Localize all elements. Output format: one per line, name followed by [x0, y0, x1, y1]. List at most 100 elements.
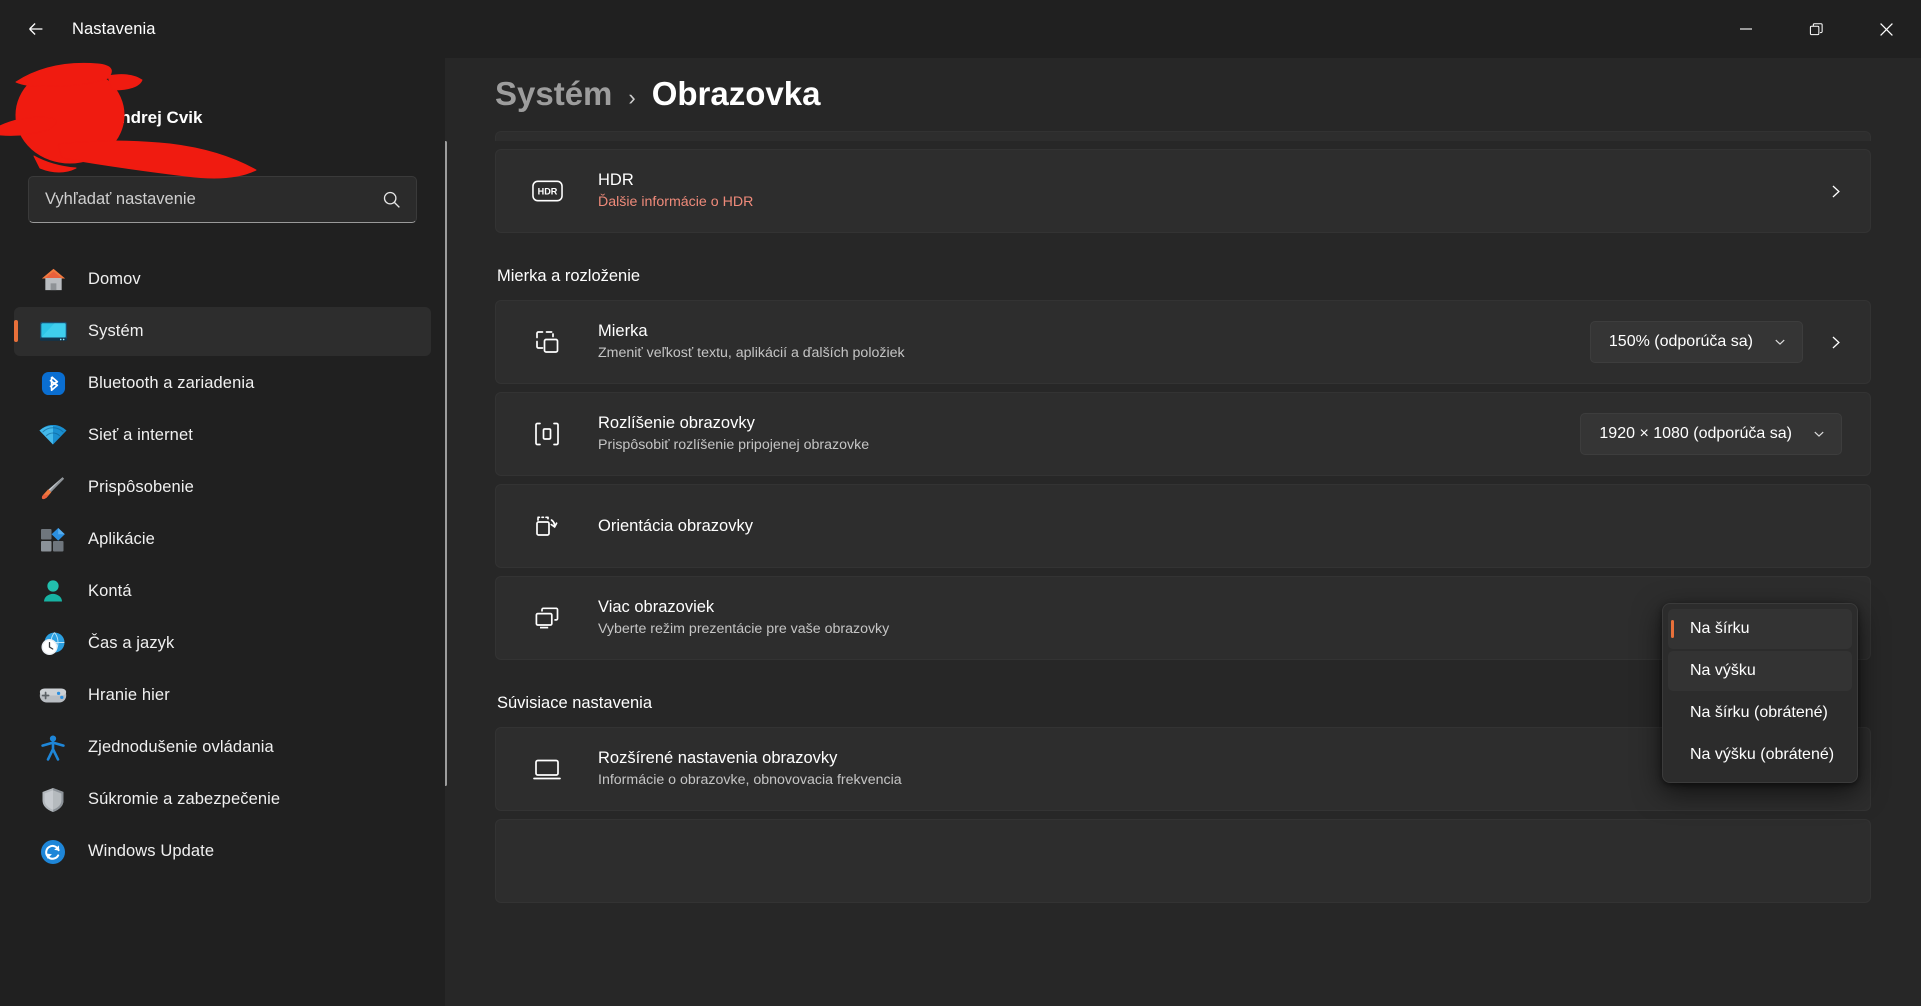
search-wrapper — [0, 172, 445, 223]
account-block[interactable]: Andrej Cvik — [0, 62, 445, 179]
minimize-button[interactable] — [1711, 0, 1781, 58]
flyout-item-landscape-flipped[interactable]: Na šírku (obrátené) — [1668, 693, 1852, 733]
sidebar-item-label: Systém — [88, 322, 144, 340]
chevron-right-icon[interactable] — [1819, 334, 1852, 351]
hdr-learn-more-link[interactable]: Ďalšie informácie o HDR — [598, 193, 1819, 213]
scale-card[interactable]: Mierka Zmeniť veľkosť textu, aplikácií a… — [495, 300, 1871, 384]
scale-dropdown[interactable]: 150% (odporúča sa) — [1589, 321, 1803, 363]
sidebar-item-label: Sieť a internet — [88, 426, 193, 444]
accessibility-icon — [38, 735, 68, 761]
orientation-card[interactable]: Orientácia obrazovky — [495, 484, 1871, 568]
monitor-icon — [38, 319, 68, 345]
sidebar-item-zjednodusenie[interactable]: Zjednodušenie ovládania — [14, 723, 431, 772]
multi-display-icon — [530, 601, 564, 635]
close-button[interactable] — [1851, 0, 1921, 58]
search-box[interactable] — [28, 176, 417, 223]
resolution-dropdown[interactable]: 1920 × 1080 (odporúča sa) — [1580, 413, 1842, 455]
hdr-icon: HDR — [530, 174, 564, 208]
flyout-item-label: Na šírku (obrátené) — [1690, 704, 1828, 721]
resolution-card[interactable]: Rozlíšenie obrazovky Prispôsobiť rozlíše… — [495, 392, 1871, 476]
sidebar-item-prisposobenie[interactable]: Prispôsobenie — [14, 463, 431, 512]
flyout-item-portrait[interactable]: Na výšku — [1668, 651, 1852, 691]
sidebar-item-label: Windows Update — [88, 842, 215, 860]
orientation-icon — [530, 509, 564, 543]
home-icon — [38, 267, 68, 293]
title-bar: Nastavenia — [0, 0, 1921, 58]
sidebar-item-cas-a-jazyk[interactable]: Čas a jazyk — [14, 619, 431, 668]
flyout-item-label: Na šírku — [1690, 620, 1750, 637]
main-content: Systém › Obrazovka HDR HDR Ďalšie inform… — [445, 58, 1921, 1006]
sidebar-item-windows-update[interactable]: Windows Update — [14, 827, 431, 876]
sidebar-item-label: Hranie hier — [88, 686, 170, 704]
sidebar-item-label: Čas a jazyk — [88, 634, 175, 652]
settings-list: HDR HDR Ďalšie informácie o HDR Mierka a… — [445, 131, 1921, 903]
card-title: HDR — [598, 171, 634, 190]
sidebar-item-sukromie[interactable]: Súkromie a zabezpečenie — [14, 775, 431, 824]
scale-dropdown-value: 150% (odporúča sa) — [1608, 333, 1753, 350]
account-name: Andrej Cvik — [108, 108, 203, 127]
arrow-left-icon — [29, 23, 43, 35]
card-title: Rozlíšenie obrazovky — [598, 414, 755, 433]
gamepad-icon — [38, 683, 68, 709]
back-button[interactable] — [14, 10, 58, 48]
card-title: Orientácia obrazovky — [598, 516, 753, 535]
card-title: Rozšírené nastavenia obrazovky — [598, 749, 838, 768]
minimize-icon — [1740, 28, 1752, 30]
chevron-right-icon[interactable] — [1819, 183, 1852, 200]
update-icon — [38, 839, 68, 865]
orientation-dropdown-flyout: Na šírku Na výšku Na šírku (obrátené) Na… — [1662, 603, 1858, 783]
flyout-item-label: Na výšku (obrátené) — [1690, 746, 1835, 763]
sidebar-item-konta[interactable]: Kontá — [14, 567, 431, 616]
sidebar-item-aplikacie[interactable]: Aplikácie — [14, 515, 431, 564]
card-subtitle: Prispôsobiť rozlíšenie pripojenej obrazo… — [598, 436, 870, 453]
flyout-item-landscape[interactable]: Na šírku — [1668, 609, 1852, 649]
scrollbar-track[interactable] — [445, 141, 453, 786]
apps-icon — [38, 527, 68, 553]
section-heading-scale: Mierka a rozloženie — [497, 267, 641, 285]
restore-icon — [1809, 22, 1823, 35]
flyout-item-portrait-flipped[interactable]: Na výšku (obrátené) — [1668, 735, 1852, 775]
breadcrumb-separator-icon: › — [628, 85, 636, 110]
close-icon — [1879, 22, 1893, 36]
search-input[interactable] — [45, 190, 381, 209]
person-icon — [38, 579, 68, 605]
sidebar-item-label: Kontá — [88, 582, 132, 600]
sidebar-item-label: Zjednodušenie ovládania — [88, 738, 274, 756]
sidebar-nav: Domov Systém Bluetooth a zariadenia Sieť… — [0, 255, 445, 876]
flyout-item-label: Na výšku — [1690, 662, 1756, 679]
window-title: Nastavenia — [72, 19, 156, 38]
svg-text:HDR: HDR — [537, 186, 557, 196]
sidebar: Andrej Cvik Vyhľadať nastavenie Domov Sy… — [0, 58, 445, 1006]
sidebar-item-label: Súkromie a zabezpečenie — [88, 790, 281, 808]
chevron-down-icon — [1814, 431, 1824, 437]
hdr-card[interactable]: HDR HDR Ďalšie informácie o HDR — [495, 149, 1871, 233]
card-subtitle: Informácie o obrazovke, obnovovacia frek… — [598, 771, 902, 788]
sidebar-item-system[interactable]: Systém — [14, 307, 431, 356]
wifi-icon — [38, 423, 68, 449]
clock-globe-icon — [38, 631, 68, 657]
sidebar-item-siet[interactable]: Sieť a internet — [14, 411, 431, 460]
card-title: Mierka — [598, 322, 648, 341]
sidebar-item-hranie-hier[interactable]: Hranie hier — [14, 671, 431, 720]
page-title: Obrazovka — [651, 75, 821, 112]
sidebar-item-domov[interactable]: Domov — [14, 255, 431, 304]
restore-button[interactable] — [1781, 0, 1851, 58]
sidebar-item-label: Domov — [88, 270, 141, 288]
window-controls — [1711, 0, 1921, 58]
breadcrumb-parent[interactable]: Systém — [495, 75, 612, 113]
resolution-dropdown-value: 1920 × 1080 (odporúča sa) — [1599, 425, 1792, 442]
next-card-partial[interactable] — [495, 819, 1871, 903]
partial-card-above — [495, 131, 1871, 141]
bluetooth-icon — [38, 371, 68, 397]
paintbrush-icon — [38, 475, 68, 501]
scrollbar-thumb[interactable] — [445, 141, 447, 786]
display-icon — [530, 752, 564, 786]
search-icon[interactable] — [381, 189, 402, 210]
sidebar-item-label: Prispôsobenie — [88, 478, 194, 496]
sidebar-item-bluetooth[interactable]: Bluetooth a zariadenia — [14, 359, 431, 408]
breadcrumb: Systém › Obrazovka — [445, 58, 1921, 113]
avatar — [28, 87, 90, 149]
card-subtitle: Zmeniť veľkosť textu, aplikácií a ďalšíc… — [598, 344, 905, 361]
sidebar-item-label: Aplikácie — [88, 530, 155, 548]
settings-window: Nastavenia Andrej Cvik Vyhľadať nastaven… — [0, 0, 1921, 1006]
